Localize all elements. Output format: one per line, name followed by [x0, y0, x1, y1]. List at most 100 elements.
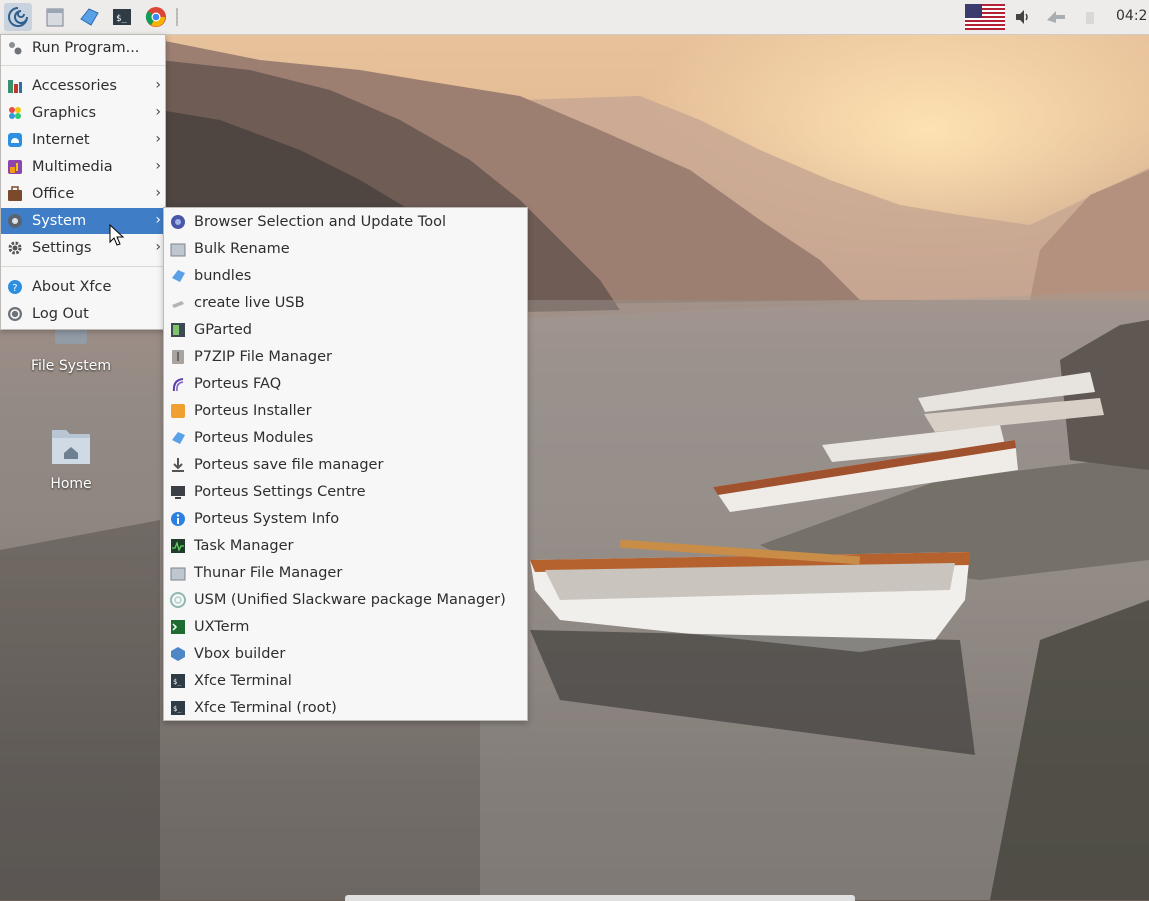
- porteus-installer-icon: [169, 402, 187, 420]
- menu-item-internet[interactable]: Internet ›: [1, 127, 165, 153]
- p7zip-icon: [169, 348, 187, 366]
- chevron-right-icon: ›: [155, 77, 161, 93]
- submenu-item-thunar[interactable]: Thunar File Manager: [164, 560, 527, 586]
- porteus-modules-icon: [169, 429, 187, 447]
- menu-item-system[interactable]: System ›: [1, 208, 165, 234]
- terminal-icon[interactable]: $_: [108, 3, 136, 31]
- svg-text:$_: $_: [173, 678, 182, 686]
- system-submenu: Browser Selection and Update Tool Bulk R…: [163, 207, 528, 721]
- porteus-faq-icon: [169, 375, 187, 393]
- file-manager-icon[interactable]: [41, 3, 69, 31]
- system-icon: [6, 212, 24, 230]
- graphics-icon: [6, 104, 24, 122]
- submenu-item-label: Xfce Terminal (root): [194, 700, 337, 716]
- submenu-item-vbox-builder[interactable]: Vbox builder: [164, 641, 527, 667]
- bottom-dock-edge: [345, 895, 855, 901]
- menu-item-graphics[interactable]: Graphics ›: [1, 100, 165, 126]
- menu-separator: [1, 65, 165, 66]
- submenu-item-porteus-installer[interactable]: Porteus Installer: [164, 398, 527, 424]
- submenu-item-bulk-rename[interactable]: Bulk Rename: [164, 236, 527, 262]
- submenu-item-label: Porteus save file manager: [194, 457, 384, 473]
- submenu-item-porteus-settings-centre[interactable]: Porteus Settings Centre: [164, 479, 527, 505]
- run-program-icon: [6, 39, 24, 57]
- submenu-item-label: USM (Unified Slackware package Manager): [194, 592, 506, 608]
- battery-icon[interactable]: [1080, 3, 1100, 31]
- desktop-icon-label: Home: [50, 476, 92, 492]
- submenu-item-xfce-terminal-root[interactable]: $_ Xfce Terminal (root): [164, 695, 527, 721]
- clock[interactable]: 04:2: [1116, 8, 1147, 24]
- home-folder-icon: [52, 430, 90, 464]
- submenu-item-label: Task Manager: [194, 538, 294, 554]
- bulk-rename-icon: [169, 240, 187, 258]
- menu-item-label: Office: [32, 186, 75, 202]
- menu-item-label: Run Program...: [32, 40, 140, 56]
- office-icon: [6, 185, 24, 203]
- porteus-modules-icon[interactable]: [75, 3, 103, 31]
- submenu-item-browser-selection[interactable]: Browser Selection and Update Tool: [164, 209, 527, 235]
- menu-item-settings[interactable]: Settings ›: [1, 235, 165, 261]
- internet-icon: [6, 131, 24, 149]
- svg-text:?: ?: [12, 283, 17, 294]
- chevron-right-icon: ›: [155, 185, 161, 201]
- chevron-right-icon: ›: [155, 212, 161, 228]
- desktop-icon-label: File System: [30, 358, 112, 374]
- submenu-item-p7zip[interactable]: P7ZIP File Manager: [164, 344, 527, 370]
- menu-item-accessories[interactable]: Accessories ›: [1, 73, 165, 99]
- browser-selection-icon: [169, 213, 187, 231]
- submenu-item-usm[interactable]: USM (Unified Slackware package Manager): [164, 587, 527, 613]
- submenu-item-porteus-modules[interactable]: Porteus Modules: [164, 425, 527, 451]
- submenu-item-label: Porteus FAQ: [194, 376, 282, 392]
- submenu-item-label: Vbox builder: [194, 646, 286, 662]
- network-icon[interactable]: [1042, 3, 1070, 31]
- menu-item-label: Graphics: [32, 105, 97, 121]
- menu-item-label: System: [32, 213, 87, 229]
- chrome-icon[interactable]: [142, 3, 170, 31]
- submenu-item-label: Porteus System Info: [194, 511, 340, 527]
- panel-separator: [176, 8, 178, 26]
- submenu-item-gparted[interactable]: GParted: [164, 317, 527, 343]
- menu-item-multimedia[interactable]: Multimedia ›: [1, 154, 165, 180]
- accessories-icon: [6, 77, 24, 95]
- submenu-item-porteus-save-file-manager[interactable]: Porteus save file manager: [164, 452, 527, 478]
- top-panel: $_ 04:2: [0, 0, 1149, 35]
- gparted-icon: [169, 321, 187, 339]
- submenu-item-label: GParted: [194, 322, 252, 338]
- porteus-menu-icon[interactable]: [4, 3, 32, 31]
- chevron-right-icon: ›: [155, 158, 161, 174]
- menu-item-run-program[interactable]: Run Program...: [1, 35, 165, 61]
- submenu-item-create-live-usb[interactable]: create live USB: [164, 290, 527, 316]
- monitor-icon: [169, 483, 187, 501]
- menu-item-about-xfce[interactable]: ? About Xfce: [1, 274, 165, 300]
- menu-item-label: Log Out: [32, 306, 89, 322]
- us-flag-icon[interactable]: [964, 3, 1006, 31]
- multimedia-icon: [6, 158, 24, 176]
- applications-menu: Run Program... Accessories › Graphics › …: [0, 34, 166, 330]
- submenu-item-task-manager[interactable]: Task Manager: [164, 533, 527, 559]
- help-icon: ?: [6, 278, 24, 296]
- menu-item-label: Multimedia: [32, 159, 113, 175]
- submenu-item-label: Thunar File Manager: [194, 565, 343, 581]
- xfce-terminal-root-icon: $_: [169, 699, 187, 717]
- submenu-item-label: Bulk Rename: [194, 241, 290, 257]
- info-icon: [169, 510, 187, 528]
- menu-item-office[interactable]: Office ›: [1, 181, 165, 207]
- vbox-icon: [169, 645, 187, 663]
- submenu-item-uxterm[interactable]: UXTerm: [164, 614, 527, 640]
- menu-item-log-out[interactable]: Log Out: [1, 301, 165, 327]
- menu-item-label: Internet: [32, 132, 90, 148]
- submenu-item-porteus-system-info[interactable]: Porteus System Info: [164, 506, 527, 532]
- task-manager-icon: [169, 537, 187, 555]
- submenu-item-label: P7ZIP File Manager: [194, 349, 332, 365]
- xfce-terminal-icon: $_: [169, 672, 187, 690]
- submenu-item-xfce-terminal[interactable]: $_ Xfce Terminal: [164, 668, 527, 694]
- desktop-icon-home[interactable]: Home: [11, 426, 131, 492]
- submenu-item-label: Porteus Modules: [194, 430, 314, 446]
- volume-icon[interactable]: [1012, 3, 1034, 31]
- submenu-item-label: bundles: [194, 268, 252, 284]
- usm-icon: [169, 591, 187, 609]
- submenu-item-porteus-faq[interactable]: Porteus FAQ: [164, 371, 527, 397]
- menu-separator: [1, 266, 165, 267]
- submenu-item-label: create live USB: [194, 295, 305, 311]
- thunar-icon: [169, 564, 187, 582]
- submenu-item-bundles[interactable]: bundles: [164, 263, 527, 289]
